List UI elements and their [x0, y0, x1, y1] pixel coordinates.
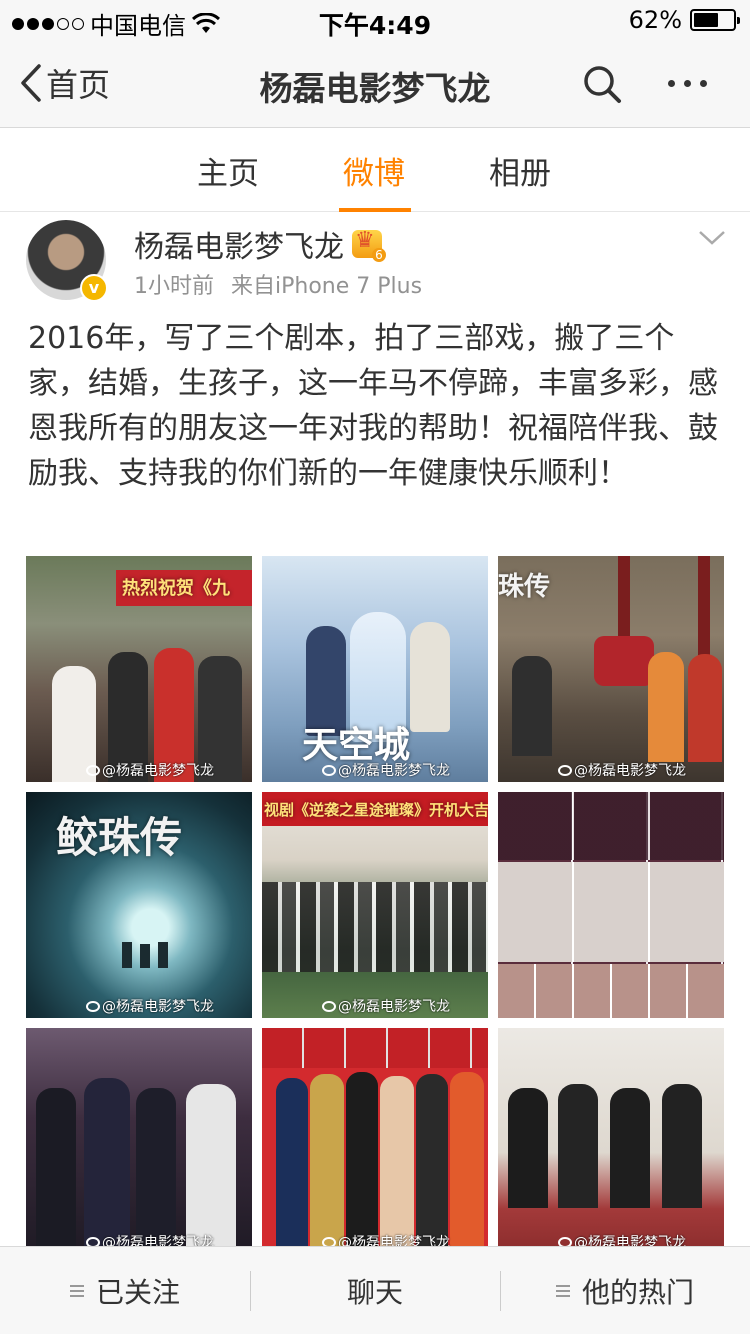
status-bar: 中国电信 下午4:49 62%	[0, 0, 750, 40]
page-title: 杨磊电影梦飞龙	[259, 69, 491, 108]
status-right: 62%	[628, 6, 740, 34]
chevron-down-icon[interactable]	[698, 230, 726, 246]
photo-caption: 热烈祝贺《九	[122, 578, 230, 599]
search-icon	[584, 66, 621, 103]
photo-2[interactable]: 天空城 @杨磊电影梦飞龙	[262, 556, 488, 782]
author-name[interactable]: 杨磊电影梦飞龙	[134, 222, 344, 266]
photo-6[interactable]	[498, 792, 724, 1018]
photo-caption: 视剧《逆袭之星途璀璨》开机大吉	[264, 801, 488, 819]
weibo-logo-icon	[558, 765, 572, 776]
post-time: 1小时前	[134, 274, 214, 299]
post-author[interactable]: 杨磊电影梦飞龙	[134, 222, 386, 266]
watermark: @杨磊电影梦飞龙	[86, 760, 214, 780]
watermark: @杨磊电影梦飞龙	[322, 996, 450, 1016]
more-icon[interactable]	[668, 80, 707, 87]
weibo-logo-icon	[86, 765, 100, 776]
battery-icon	[690, 9, 740, 31]
image-grid: 热烈祝贺《九 @杨磊电影梦飞龙 天空城 @杨磊电影梦飞龙 珠传 @杨磊电影梦飞龙…	[26, 556, 724, 1248]
bottom-action-bar: 已关注 聊天 他的热门	[0, 1246, 750, 1334]
photo-4[interactable]: 鲛珠传 @杨磊电影梦飞龙	[26, 792, 252, 1018]
photo-9[interactable]: @杨磊电影梦飞龙	[498, 1028, 724, 1248]
menu-lines-icon	[555, 1285, 570, 1297]
photo-3[interactable]: 珠传 @杨磊电影梦飞龙	[498, 556, 724, 782]
follow-button[interactable]: 已关注	[0, 1247, 250, 1334]
photo-8[interactable]: @杨磊电影梦飞龙	[262, 1028, 488, 1248]
verified-badge-icon: v	[80, 274, 108, 302]
tab-weibo[interactable]: 微博	[314, 148, 434, 193]
tab-home[interactable]: 主页	[168, 148, 288, 193]
battery-percent: 62%	[628, 6, 682, 34]
profile-tabs: 主页 微博 相册	[0, 128, 750, 212]
photo-caption: 珠传	[498, 572, 551, 602]
photo-caption: 鲛珠传	[56, 813, 183, 862]
weibo-logo-icon	[322, 765, 336, 776]
watermark: @杨磊电影梦飞龙	[86, 996, 214, 1016]
photo-1[interactable]: 热烈祝贺《九 @杨磊电影梦飞龙	[26, 556, 252, 782]
vip-crown-icon[interactable]	[352, 228, 386, 262]
watermark: @杨磊电影梦飞龙	[558, 760, 686, 780]
weibo-logo-icon	[322, 1001, 336, 1012]
tab-album[interactable]: 相册	[460, 148, 580, 193]
hot-label: 他的热门	[581, 1276, 694, 1309]
hot-posts-button[interactable]: 他的热门	[500, 1247, 750, 1334]
post-source: 来自iPhone 7 Plus	[231, 274, 423, 299]
photo-5[interactable]: 视剧《逆袭之星途璀璨》开机大吉 @杨磊电影梦飞龙	[262, 792, 488, 1018]
photo-7[interactable]: @杨磊电影梦飞龙	[26, 1028, 252, 1248]
search-button[interactable]	[582, 64, 622, 108]
post-meta: 1小时前 来自iPhone 7 Plus	[134, 268, 422, 300]
follow-label: 已关注	[95, 1276, 180, 1309]
post-card[interactable]: v 杨磊电影梦飞龙 1小时前 来自iPhone 7 Plus 2016年，写了三…	[0, 212, 750, 1248]
post-text: 2016年，写了三个剧本，拍了三部戏，搬了三个家，结婚，生孩子，这一年马不停蹄，…	[28, 321, 718, 491]
menu-lines-icon	[69, 1285, 84, 1297]
chat-label: 聊天	[346, 1276, 403, 1309]
weibo-logo-icon	[86, 1001, 100, 1012]
chat-button[interactable]: 聊天	[250, 1247, 500, 1334]
nav-bar: 首页 杨磊电影梦飞龙	[0, 40, 750, 128]
watermark: @杨磊电影梦飞龙	[322, 760, 450, 780]
